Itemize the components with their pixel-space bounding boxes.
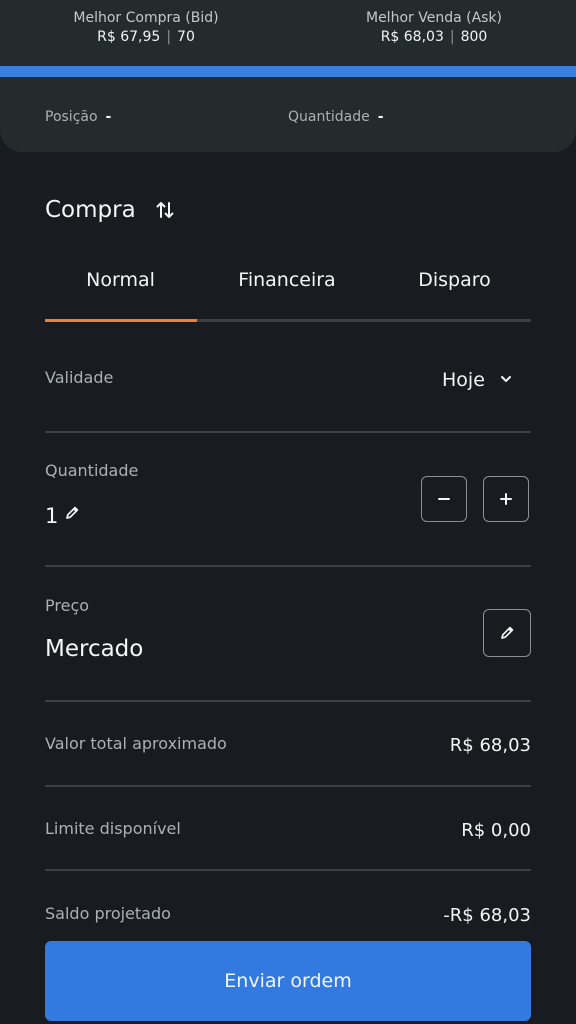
tab-financeira[interactable]: Financeira: [200, 266, 374, 294]
pencil-icon[interactable]: [63, 504, 81, 522]
quantity-label: Quantidade: [45, 461, 139, 480]
divider: [45, 431, 531, 433]
minus-icon: [438, 498, 450, 500]
validity-label: Validade: [45, 368, 114, 387]
ask-separator: |: [449, 29, 455, 45]
projected-balance-value: -R$ 68,03: [443, 905, 531, 926]
quantity-input[interactable]: 1: [45, 502, 58, 530]
best-bid-value: R$ 67,95 | 70: [2, 28, 290, 46]
available-limit-label: Limite disponível: [45, 819, 181, 838]
divider: [45, 565, 531, 567]
best-bid-label: Melhor Compra (Bid): [73, 10, 219, 26]
market-info-card: Melhor Compra (Bid) R$ 67,95 | 70 Melhor V…: [0, 0, 576, 152]
position-value: -: [105, 109, 112, 125]
position-info: Posição -: [45, 107, 111, 127]
submit-order-button[interactable]: Enviar ordem: [45, 941, 531, 1021]
decrease-quantity-button[interactable]: [421, 476, 467, 522]
edit-price-button[interactable]: [483, 609, 531, 657]
best-bid-qty: 70: [177, 29, 195, 45]
increase-quantity-button[interactable]: [483, 476, 529, 522]
order-side-title: Compra: [45, 197, 136, 223]
plus-icon: [500, 493, 512, 505]
quantity-info-label: Quantidade: [288, 109, 370, 125]
best-ask-qty: 800: [460, 29, 488, 45]
total-value-label: Valor total aproximado: [45, 734, 227, 753]
active-tab-indicator: [45, 319, 197, 322]
pencil-icon: [501, 626, 514, 639]
divider: [45, 785, 531, 787]
best-ask-value: R$ 68,03 | 800: [290, 28, 576, 46]
divider: [45, 700, 531, 702]
projected-balance-label: Saldo projetado: [45, 904, 171, 923]
total-value: R$ 68,03: [449, 735, 531, 756]
available-limit-value: R$ 0,00: [461, 820, 531, 841]
price-value: Mercado: [45, 636, 144, 662]
best-ask-price: R$ 68,03: [380, 29, 444, 45]
divider: [45, 869, 531, 871]
best-ask: Melhor Venda (Ask) R$ 68,03 | 800: [290, 0, 576, 46]
price-label: Preço: [45, 596, 90, 615]
best-bid-price: R$ 67,95: [97, 29, 161, 45]
validity-select[interactable]: Hoje: [442, 367, 485, 393]
bid-separator: |: [166, 29, 172, 45]
best-ask-label: Melhor Venda (Ask): [365, 10, 503, 26]
quantity-info: Quantidade -: [288, 107, 384, 127]
quantity-info-value: -: [377, 109, 384, 125]
best-bid: Melhor Compra (Bid) R$ 67,95 | 70: [2, 0, 290, 46]
chevron-down-icon[interactable]: [499, 371, 513, 385]
position-label: Posição: [45, 109, 98, 125]
tab-normal[interactable]: Normal: [45, 266, 196, 294]
tab-disparo[interactable]: Disparo: [378, 266, 531, 294]
swap-side-icon[interactable]: [155, 199, 175, 221]
bid-ask-bar: [0, 66, 576, 77]
